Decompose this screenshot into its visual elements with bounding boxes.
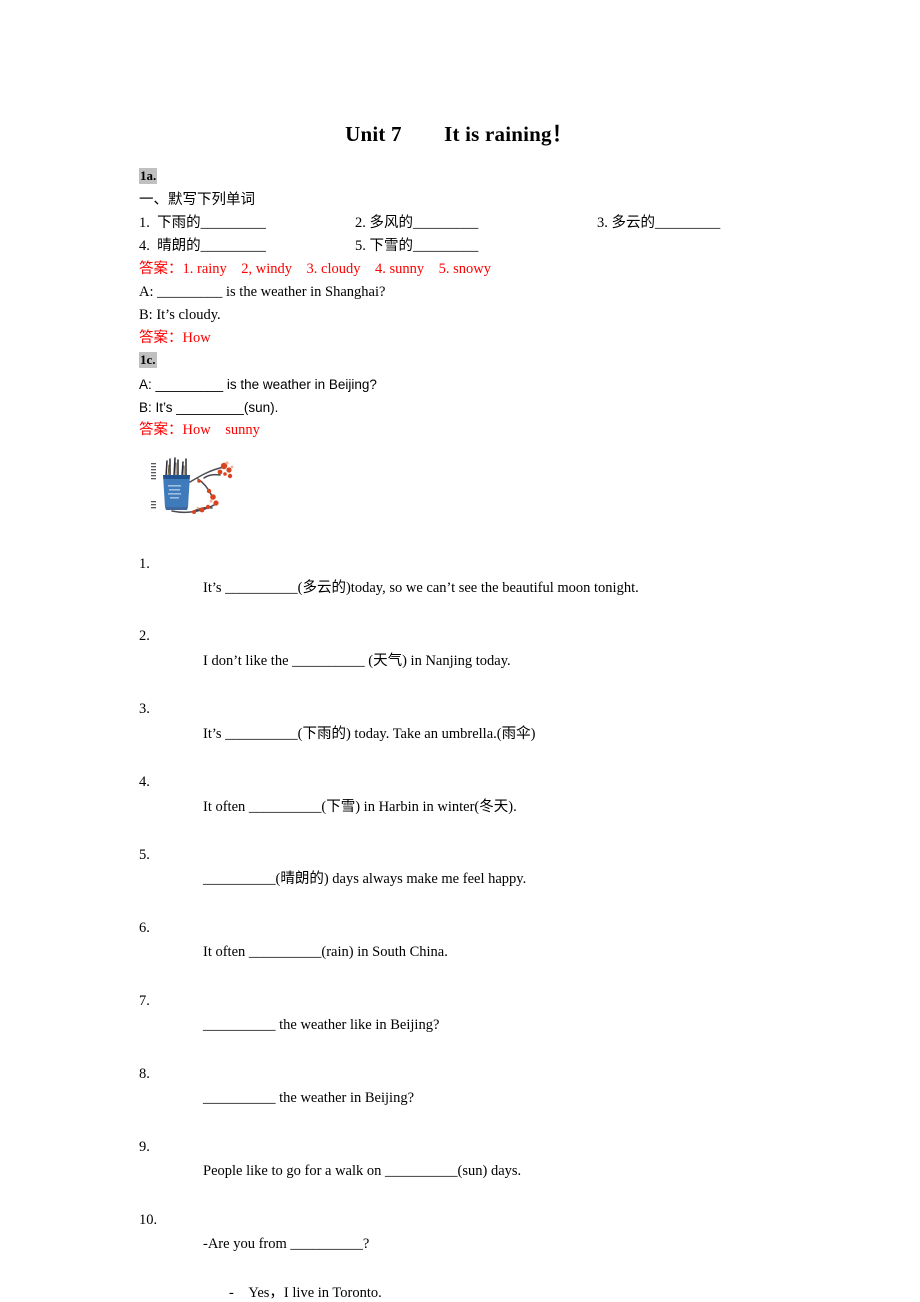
word-item-3-text: 多云的_________ (611, 214, 721, 231)
brush-pot-plum-blossom-icon (142, 453, 240, 526)
section-label-1a-row: 1a. (139, 166, 779, 187)
exercise-item: 5. __________(晴朗的) days always make me fe… (139, 843, 779, 916)
word-item-2-num: 2. (355, 214, 366, 231)
exercise-item: 1. It’s __________(多云的)today, so we can’t… (139, 552, 779, 625)
word-item-2: 2. 多风的_________ (355, 212, 478, 235)
word-item-4-num: 4. (139, 237, 150, 254)
exercise-list: 1. It’s __________(多云的)today, so we can’t… (139, 552, 779, 1302)
dialog-1a-line-b: B: It’s cloudy. (139, 306, 221, 323)
exercise-text: I don’t like the __________ (天气) in Nanj… (203, 652, 511, 669)
answer-dialog-1a: 答案：How (139, 329, 211, 346)
dialog-1c-line-a: A: _________ is the weather in Beijing? (139, 376, 377, 392)
page-title: Unit 7 It is raining！ (345, 122, 573, 146)
exercise-number: 6. (139, 920, 150, 937)
word-item-1: 1. 下雨的_________ (139, 212, 266, 235)
exercise-text: __________ the weather in Beijing? (203, 1090, 415, 1107)
exercise-number: 4. (139, 774, 150, 791)
section-label-1c-row: 1c. (139, 350, 779, 371)
section-label-1c: 1c. (139, 351, 157, 369)
exercise-text: -Are you from __________? (203, 1235, 370, 1252)
chinese-painting-image (142, 453, 240, 526)
answer-dialog-1c: 答案：How sunny (139, 421, 260, 438)
exercise-number: 2. (139, 628, 150, 645)
exercise-text: It often __________(rain) in South China… (203, 944, 448, 961)
section-label-1a: 1a. (139, 168, 158, 185)
exercise-item: 6. It often __________(rain) in South Chi… (139, 916, 779, 989)
word-list-row-1: 1. 下雨的_________ 2. 多风的_________ 3. 多云的__… (139, 212, 779, 235)
word-item-3-num: 3. (597, 214, 608, 231)
word-item-1-text: 下雨的_________ (157, 214, 266, 231)
exercise-text: __________(晴朗的) days always make me feel… (203, 871, 527, 888)
exercise-number: 5. (139, 847, 150, 864)
exercise-text: __________ the weather like in Beijing? (203, 1017, 440, 1034)
exercise-number: 3. (139, 701, 150, 718)
exercise-item: 3. It’s __________(下雨的) today. Take an um… (139, 697, 779, 770)
word-item-1-num: 1. (139, 214, 150, 231)
exercise-item: 9. People like to go for a walk on ______… (139, 1135, 779, 1208)
dialog-1a-line-a: A: _________ is the weather in Shanghai? (139, 283, 386, 300)
exercise-item: 10. -Are you from __________? - Yes，I liv… (139, 1208, 779, 1302)
exercise-number: 7. (139, 992, 150, 1009)
exercise-number: 10. (139, 1211, 158, 1228)
word-item-3: 3. 多云的_________ (597, 212, 720, 235)
answer-words-1a: 答案：1. rainy 2, windy 3. cloudy 4. sunny … (139, 260, 492, 277)
exercise-item: 4. It often __________(下雪) in Harbin in w… (139, 770, 779, 843)
word-item-2-text: 多风的_________ (369, 214, 479, 231)
exercise-text: It’s __________(多云的)today, so we can’t s… (203, 579, 639, 596)
word-item-5-num: 5. (355, 237, 366, 254)
exercise-number: 1. (139, 555, 150, 572)
document-body: Unit 7 It is raining！ 1a. 一、默写下列单词 1. 下雨… (139, 118, 779, 1302)
exercise-item: 7. __________ the weather like in Beijing… (139, 989, 779, 1062)
instruction-1a: 一、默写下列单词 (139, 191, 255, 208)
exercise-number: 8. (139, 1065, 150, 1082)
exercise-number: 9. (139, 1138, 150, 1155)
word-item-5: 5. 下雪的_________ (355, 235, 478, 258)
exercise-item: 2. I don’t like the __________ (天气) in Na… (139, 624, 779, 697)
word-item-4-text: 晴朗的_________ (157, 237, 266, 254)
exercise-item: 8. __________ the weather in Beijing? (139, 1062, 779, 1135)
exercise-subline: - Yes，I live in Toronto. (229, 1284, 382, 1301)
document-page: Unit 7 It is raining！ 1a. 一、默写下列单词 1. 下雨… (0, 0, 920, 1302)
dialog-1c-line-b: B: It’s _________(sun). (139, 399, 279, 415)
word-list-row-2: 4. 晴朗的_________ 5. 下雪的_________ (139, 235, 779, 258)
word-item-4: 4. 晴朗的_________ (139, 235, 266, 258)
exercise-text: It’s __________(下雨的) today. Take an umbr… (203, 725, 536, 742)
word-item-5-text: 下雪的_________ (369, 237, 479, 254)
exercise-text: People like to go for a walk on ________… (203, 1163, 522, 1180)
exercise-text: It often __________(下雪) in Harbin in win… (203, 798, 517, 815)
